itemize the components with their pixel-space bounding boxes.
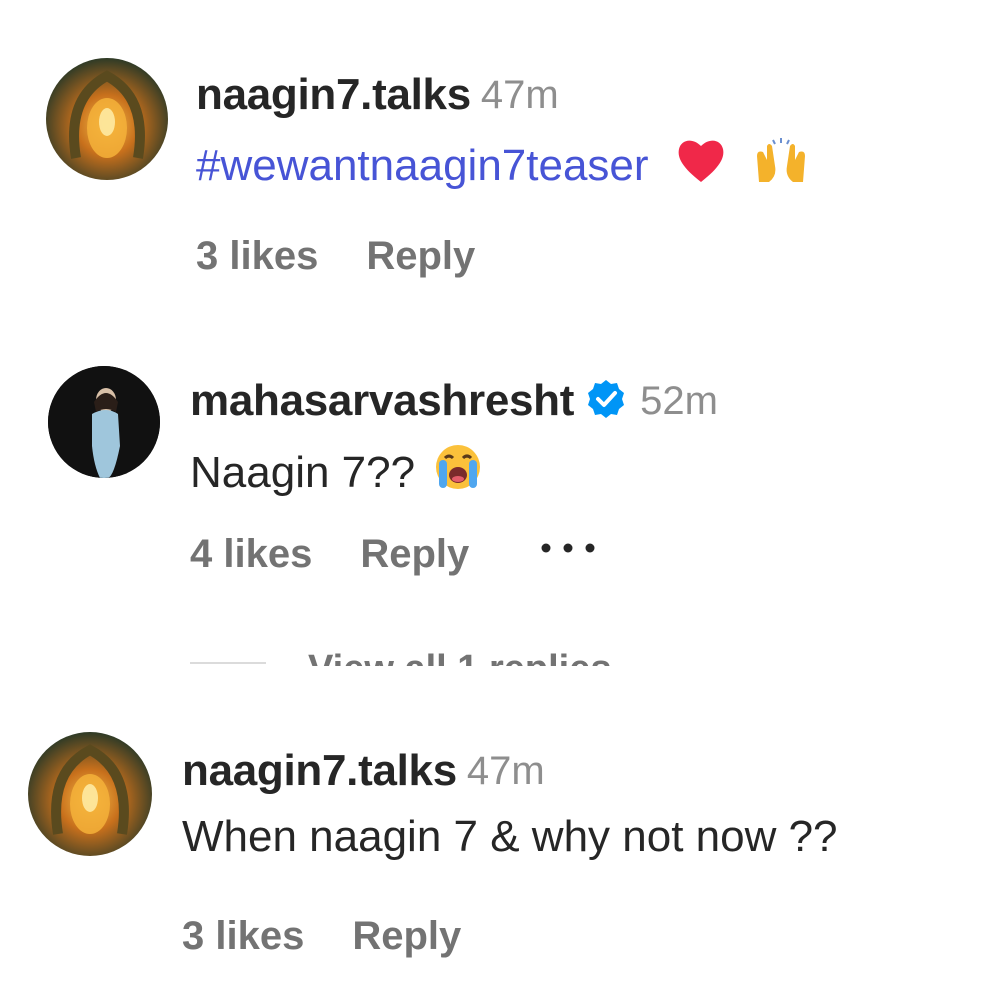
comment-time: 47m [466, 748, 545, 793]
raised-hands-icon [753, 136, 809, 195]
comment: naagin7.talks 47m #wewantnaagin7teaser 3… [0, 0, 1000, 320]
replies-divider [190, 662, 266, 664]
verified-badge-icon [586, 379, 626, 424]
reply-button[interactable]: Reply [366, 234, 475, 279]
avatar[interactable] [48, 366, 160, 478]
likes-count[interactable]: 3 likes [196, 234, 318, 279]
reply-button[interactable]: Reply [352, 914, 461, 959]
cobra-avatar-icon [28, 732, 152, 856]
username[interactable]: naagin7.talks [182, 746, 457, 796]
comment: naagin7.talks 47m When naagin 7 & why no… [0, 700, 1000, 1000]
profile-photo-icon [48, 366, 160, 478]
comment-text: Naagin 7?? [190, 447, 416, 497]
reply-button[interactable]: Reply [360, 532, 469, 577]
username[interactable]: naagin7.talks [196, 70, 471, 120]
cobra-avatar-icon [46, 58, 168, 180]
username[interactable]: mahasarvashresht [190, 376, 574, 426]
loudly-crying-face-icon [433, 442, 483, 503]
comment-text: When naagin 7 & why not now ?? [182, 812, 838, 861]
heart-icon [675, 136, 727, 195]
likes-count[interactable]: 4 likes [190, 532, 312, 577]
hashtag-link[interactable]: #wewantnaagin7teaser [196, 141, 649, 191]
likes-count[interactable]: 3 likes [182, 914, 304, 959]
view-replies-text[interactable]: View all 1 replies [308, 648, 611, 666]
avatar[interactable] [28, 732, 152, 856]
comment-time: 52m [640, 378, 718, 423]
comment-time: 47m [480, 72, 559, 117]
more-options-icon[interactable] [538, 540, 598, 561]
avatar[interactable] [46, 58, 168, 180]
view-replies-link[interactable]: View all 1 replies [190, 640, 650, 666]
